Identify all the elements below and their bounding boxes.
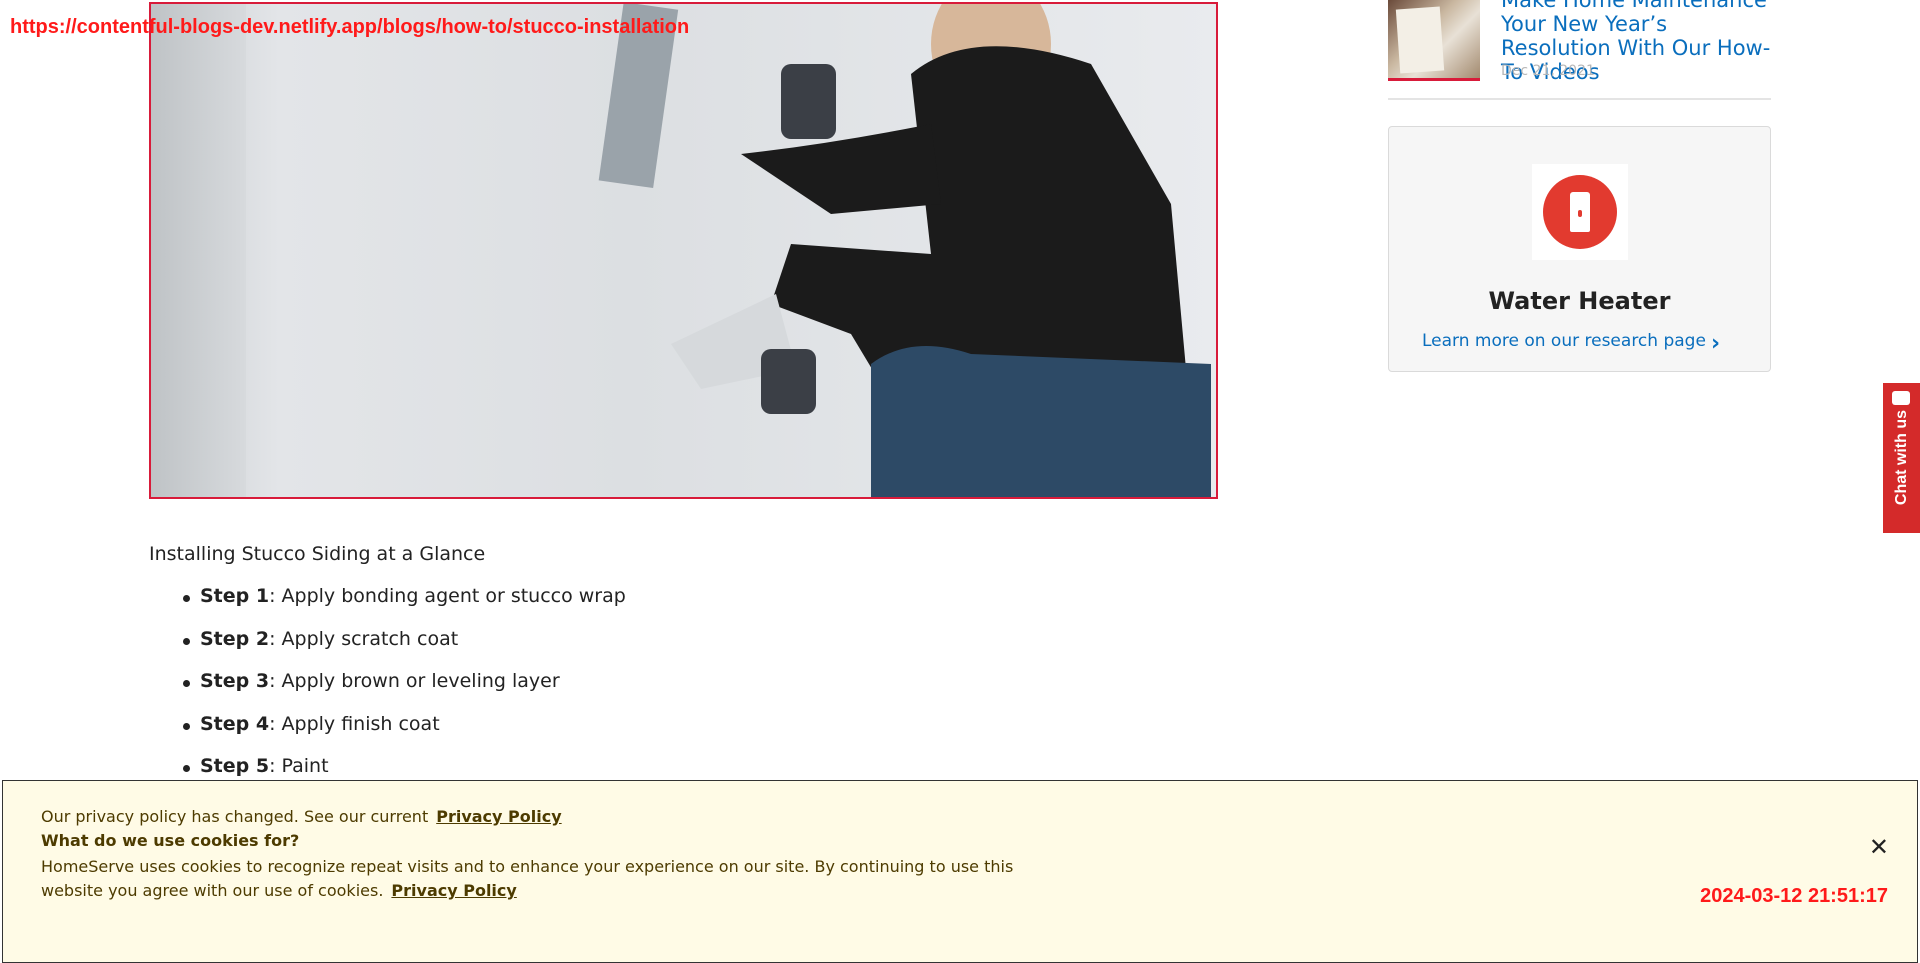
chat-label: Chat with us [1892, 410, 1910, 506]
chat-bubble-icon [1892, 391, 1910, 405]
step-label: Step 3 [200, 670, 270, 692]
glance-heading: Installing Stucco Siding at a Glance [149, 543, 486, 565]
worker-illustration [598, 4, 1211, 497]
privacy-policy-link[interactable]: Privacy Policy [436, 807, 561, 826]
cookie-question: What do we use cookies for? [41, 831, 300, 850]
step-text: : Paint [269, 755, 329, 777]
related-post-thumbnail[interactable] [1388, 0, 1480, 81]
privacy-policy-link-2[interactable]: Privacy Policy [391, 881, 516, 900]
step-text: : Apply brown or leveling layer [269, 670, 560, 692]
list-item: Step 4: Apply finish coat [183, 712, 626, 756]
cookie-line1: Our privacy policy has changed. See our … [41, 807, 562, 826]
step-text: : Apply finish coat [269, 712, 440, 735]
url-overlay: https://contentful-blogs-dev.netlify.app… [10, 16, 690, 38]
step-label: Step 4 [200, 712, 270, 735]
step-text: : Apply bonding agent or stucco wrap [269, 585, 626, 607]
hero-image [149, 2, 1218, 499]
card-title: Water Heater [1488, 287, 1671, 315]
step-label: Step 2 [200, 627, 270, 650]
close-icon[interactable]: ✕ [1869, 833, 1889, 861]
research-link[interactable]: Learn more on our research page [1422, 331, 1706, 351]
step-text: : Apply scratch coat [269, 627, 459, 650]
water-heater-icon [1532, 164, 1628, 260]
related-post-date: Dec 21, 2021 [1501, 63, 1595, 79]
note-image [1395, 6, 1445, 74]
cookie-body: HomeServe uses cookies to recognize repe… [41, 855, 1031, 903]
chevron-right-icon[interactable]: › [1711, 331, 1720, 356]
water-heater-card[interactable]: Water Heater Learn more on our research … [1388, 126, 1771, 372]
cookie-body-text: HomeServe uses cookies to recognize repe… [41, 857, 1014, 900]
cookie-banner: Our privacy policy has changed. See our … [2, 780, 1918, 963]
timestamp-overlay: 2024-03-12 21:51:17 [1700, 885, 1888, 907]
icon-circle [1543, 175, 1617, 249]
chat-tab[interactable]: Chat with us [1883, 383, 1920, 533]
divider [1388, 98, 1771, 100]
tank-shape [1570, 192, 1590, 232]
step-label: Step 5 [200, 755, 270, 777]
list-item: Step 1: Apply bonding agent or stucco wr… [183, 585, 626, 628]
steps-list: Step 1: Apply bonding agent or stucco wr… [183, 585, 626, 798]
list-item: Step 2: Apply scratch coat [183, 627, 626, 671]
list-item: Step 3: Apply brown or leveling layer [183, 670, 626, 713]
cookie-line1-text: Our privacy policy has changed. See our … [41, 807, 429, 826]
step-label: Step 1 [200, 585, 270, 607]
